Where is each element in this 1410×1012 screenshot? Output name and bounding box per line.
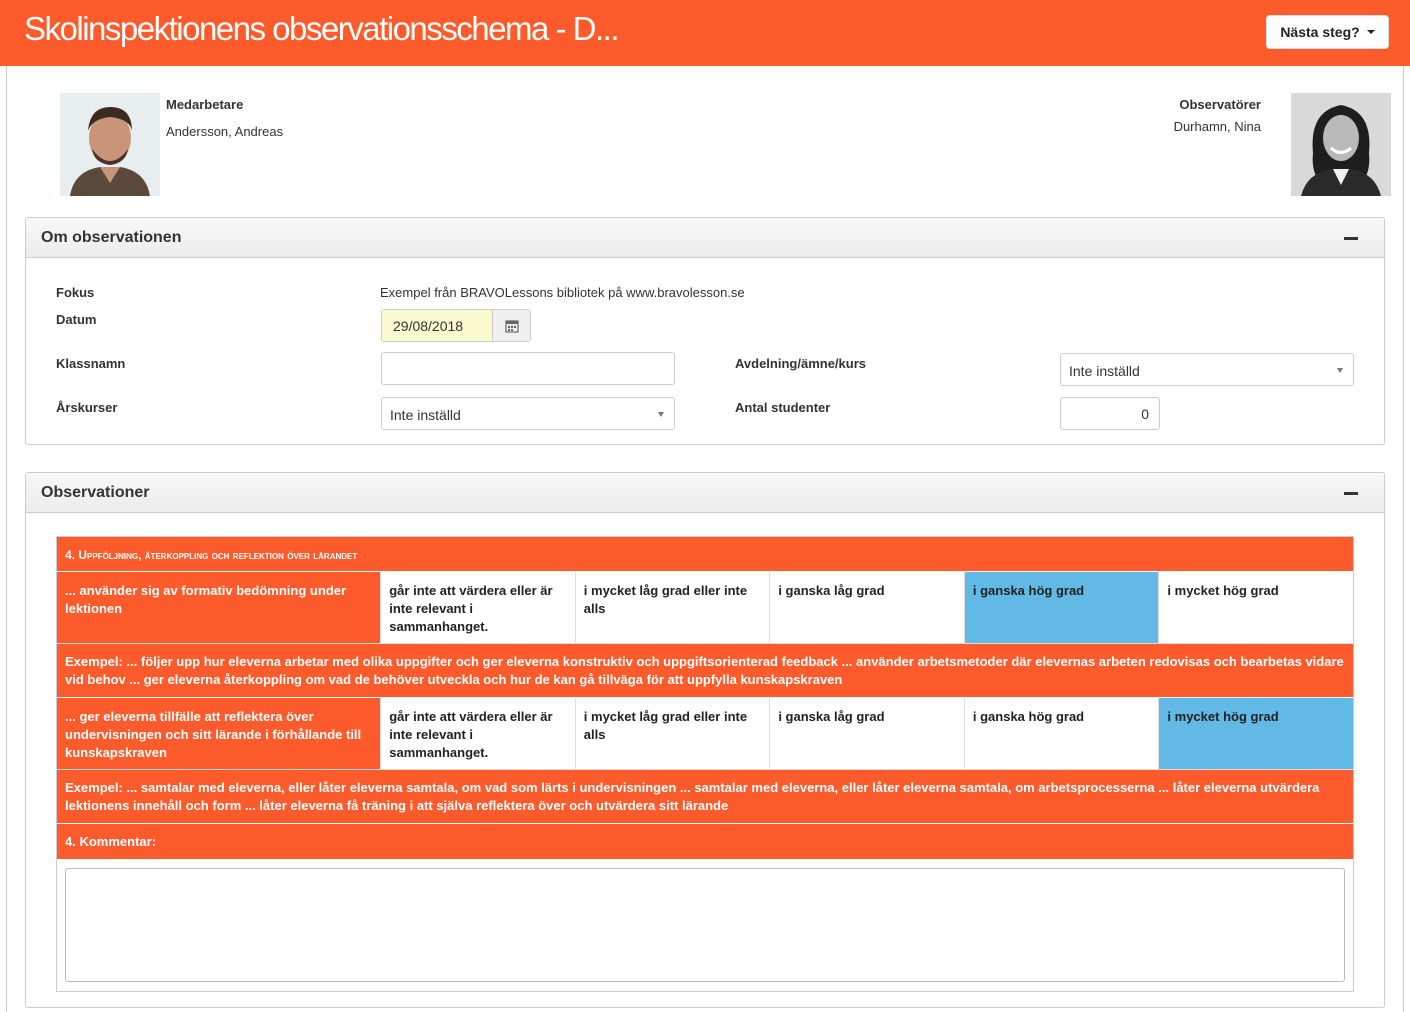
dropdown-arrow-icon: [1337, 368, 1343, 373]
employee-name: Andersson, Andreas: [166, 124, 284, 139]
dept-select[interactable]: Inte inställd: [1060, 353, 1354, 386]
dept-select-value: Inte inställd: [1069, 363, 1140, 379]
page-title: Skolinspektionens observationsschema - D…: [24, 10, 620, 47]
collapse-icon[interactable]: [1344, 492, 1358, 495]
criterion-label: ... använder sig av formativ bedömning u…: [57, 572, 381, 643]
caret-down-icon: [1366, 30, 1375, 34]
next-step-button[interactable]: Nästa steg?: [1266, 15, 1389, 49]
example-text: Exempel: ... samtalar med eleverna, elle…: [57, 770, 1353, 824]
rating-option[interactable]: i ganska låg grad: [769, 698, 964, 769]
top-bar: Skolinspektionens observationsschema - D…: [0, 0, 1410, 66]
example-text: Exempel: ... följer upp hur eleverna arb…: [57, 644, 1353, 698]
dropdown-arrow-icon: [658, 412, 664, 417]
about-panel: Om observationen: [25, 217, 1385, 445]
collapse-icon[interactable]: [1344, 237, 1358, 240]
observations-panel-title: Observationer: [41, 484, 150, 501]
rating-option[interactable]: i mycket låg grad eller inte alls: [574, 572, 770, 643]
section-title: 4. Uppföljning, återkoppling och reflekt…: [65, 548, 358, 562]
calendar-icon: [504, 319, 519, 333]
rating-row: ... använder sig av formativ bedömning u…: [57, 572, 1353, 644]
rating-row: ... ger eleverna tillfälle att reflekter…: [57, 698, 1353, 770]
observer-avatar: [1291, 93, 1391, 196]
date-label: Datum: [56, 312, 97, 327]
focus-label: Fokus: [56, 285, 95, 300]
criterion-label: ... ger eleverna tillfälle att reflekter…: [57, 698, 381, 769]
rating-option[interactable]: i mycket låg grad eller inte alls: [574, 698, 770, 769]
observations-panel-header[interactable]: Observationer: [26, 473, 1384, 513]
employee-label: Medarbetare: [166, 97, 244, 112]
rating-option[interactable]: i mycket hög grad: [1158, 572, 1353, 643]
employee-avatar: [60, 93, 160, 196]
about-panel-title: Om observationen: [41, 229, 182, 246]
comment-textarea[interactable]: [65, 868, 1345, 982]
section-heading: 4. Uppföljning, återkoppling och reflekt…: [57, 537, 1353, 572]
rating-option-selected[interactable]: i ganska hög grad: [963, 572, 1159, 643]
date-value[interactable]: 29/08/2018: [382, 310, 493, 341]
about-panel-header[interactable]: Om observationen: [26, 218, 1384, 258]
observers-label: Observatörer: [1179, 97, 1261, 112]
year-label: Årskurser: [56, 400, 118, 415]
rating-option[interactable]: går inte att värdera eller är inte relev…: [380, 572, 575, 643]
dept-label: Avdelning/ämne/kurs: [735, 356, 866, 371]
students-label: Antal studenter: [735, 400, 831, 415]
rating-option-selected[interactable]: i mycket hög grad: [1158, 698, 1353, 769]
year-select[interactable]: Inte inställd: [381, 397, 675, 430]
next-step-label: Nästa steg?: [1280, 24, 1360, 40]
class-input[interactable]: [381, 352, 675, 385]
students-input[interactable]: [1060, 397, 1160, 430]
class-label: Klassnamn: [56, 356, 126, 371]
calendar-button[interactable]: [493, 310, 530, 341]
observer-name: Durhamn, Nina: [1173, 119, 1261, 134]
rating-option[interactable]: i ganska låg grad: [769, 572, 964, 643]
date-field[interactable]: 29/08/2018: [381, 309, 531, 342]
comment-label: 4. Kommentar:: [57, 824, 1353, 859]
rating-option[interactable]: i ganska hög grad: [963, 698, 1159, 769]
year-select-value: Inte inställd: [390, 407, 461, 423]
focus-value: Exempel från BRAVOLessons bibliotek på w…: [380, 285, 745, 300]
rating-option[interactable]: går inte att värdera eller är inte relev…: [380, 698, 575, 769]
